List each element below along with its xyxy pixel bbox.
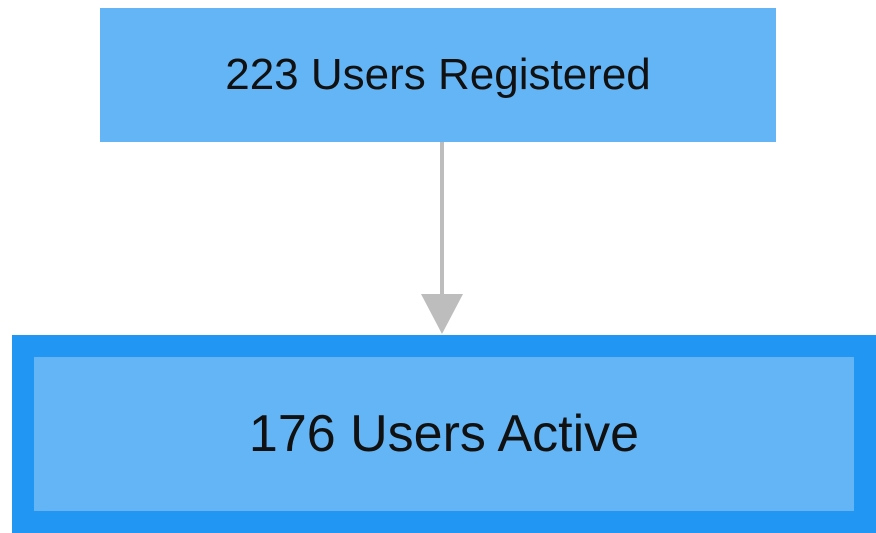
flow-diagram: 223 Users Registered 176 Users Active bbox=[0, 0, 876, 533]
node-users-registered-label: 223 Users Registered bbox=[225, 50, 651, 99]
node-users-active: 176 Users Active bbox=[12, 335, 876, 533]
node-users-active-label: 176 Users Active bbox=[248, 405, 640, 463]
arrowhead-icon bbox=[421, 294, 463, 334]
node-users-registered: 223 Users Registered bbox=[100, 8, 776, 142]
